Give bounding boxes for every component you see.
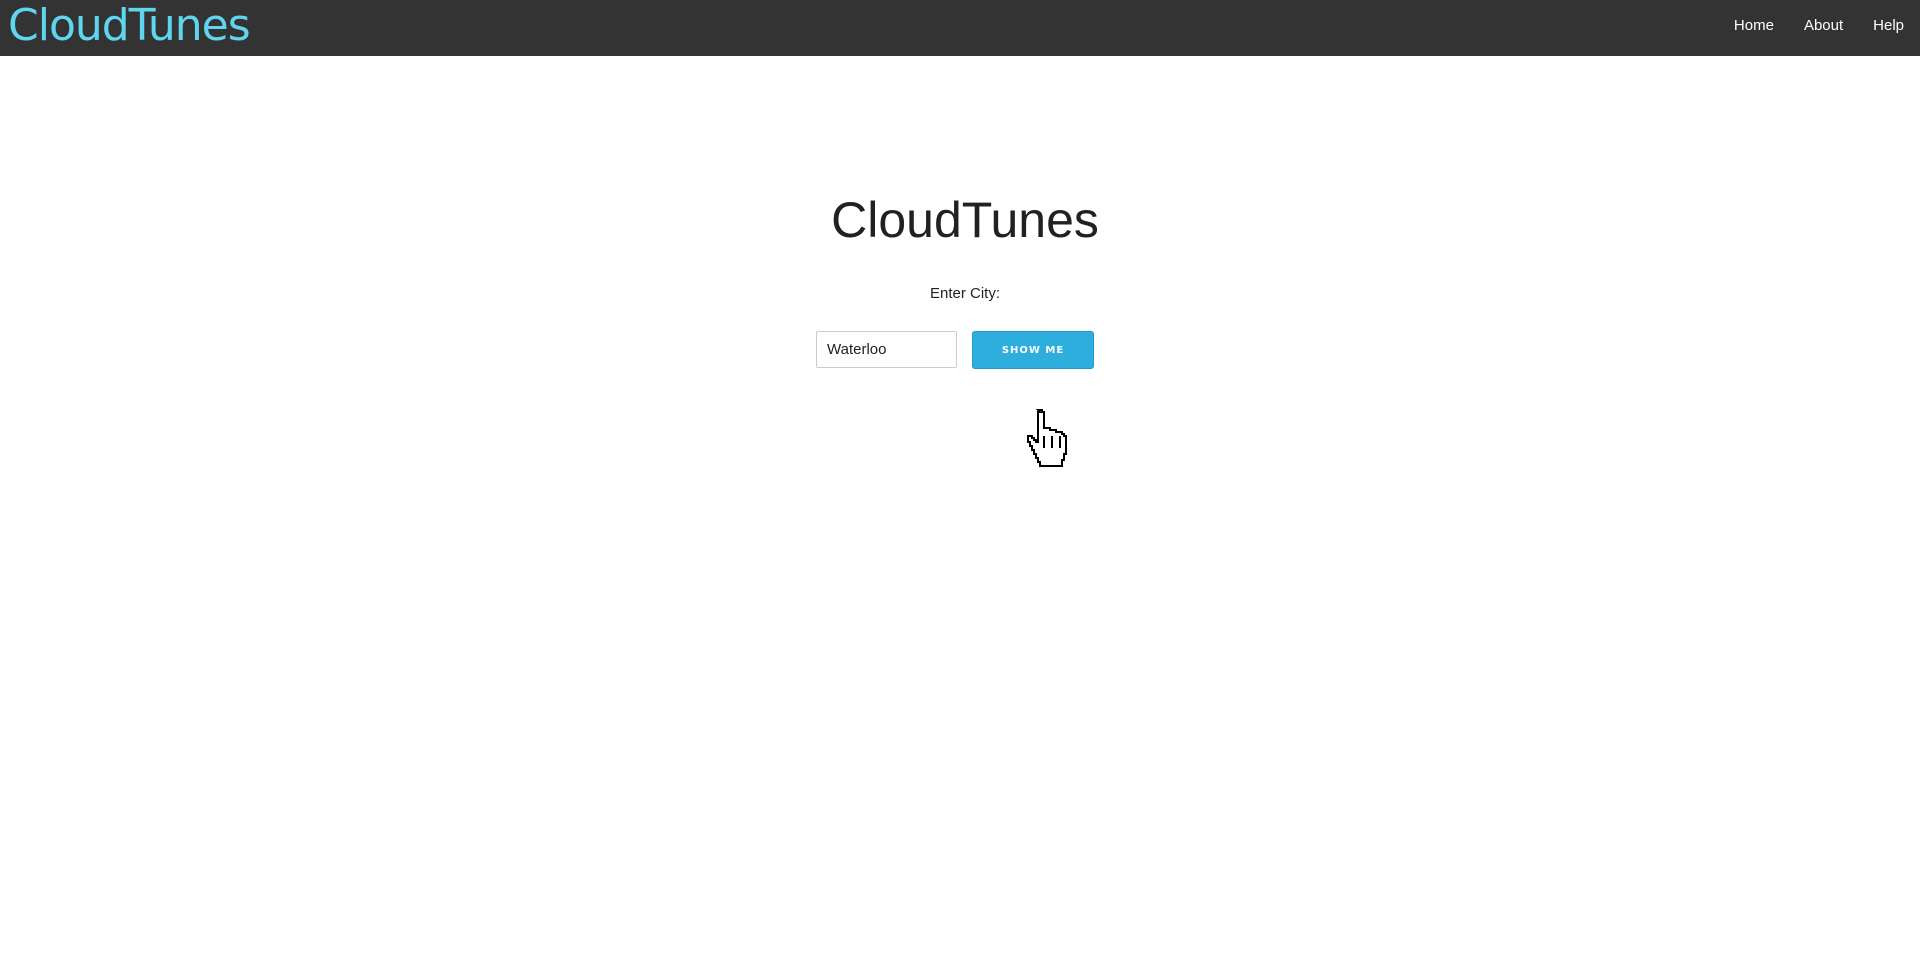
- show-me-button[interactable]: SHOW ME: [972, 331, 1094, 369]
- hand-pointer-icon: [1027, 409, 1067, 467]
- nav-home-link[interactable]: Home: [1719, 0, 1789, 52]
- top-navbar: CloudTunes Home About Help: [0, 0, 1920, 56]
- brand-logo[interactable]: CloudTunes: [8, 0, 251, 56]
- city-input[interactable]: [816, 331, 957, 368]
- nav-links: Home About Help: [1719, 0, 1920, 52]
- nav-help-link[interactable]: Help: [1858, 0, 1920, 52]
- city-label: Enter City:: [929, 285, 1001, 302]
- nav-about-link[interactable]: About: [1789, 0, 1858, 52]
- page-title: CloudTunes: [831, 192, 1099, 248]
